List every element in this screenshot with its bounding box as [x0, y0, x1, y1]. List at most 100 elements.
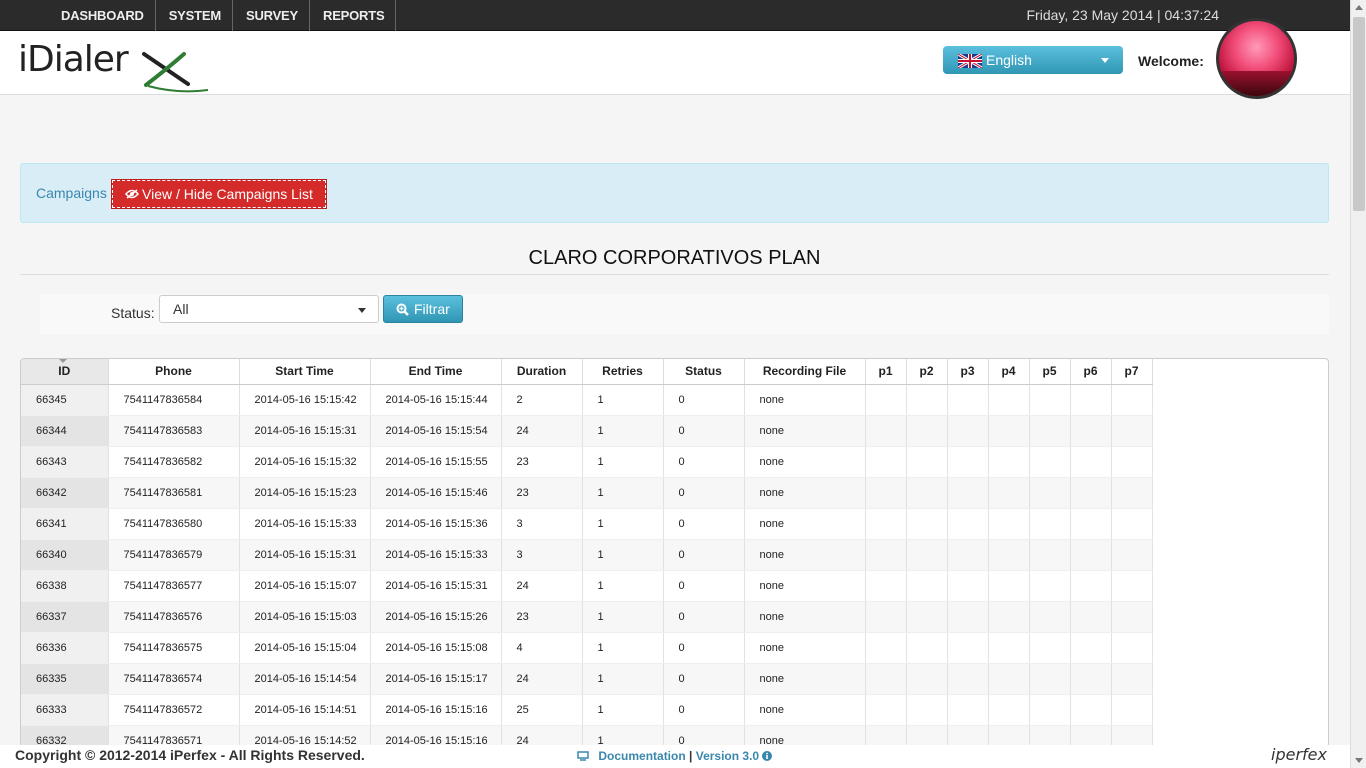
table-cell: 2014-05-16 15:15:54: [370, 415, 502, 447]
table-cell: 0: [663, 663, 745, 695]
table-row[interactable]: 66344 7541147836583 2014-05-16 15:15:31 201…: [21, 415, 1153, 447]
table-cell: [1070, 415, 1112, 447]
table-cell: none: [744, 415, 866, 447]
version-link[interactable]: Version 3.0: [696, 749, 759, 763]
column-header[interactable]: p3: [947, 359, 989, 385]
table-cell: [988, 415, 1030, 447]
column-header[interactable]: Retries: [582, 359, 664, 385]
page-scrollbar[interactable]: [1350, 0, 1366, 768]
table-cell: none: [744, 632, 866, 664]
table-cell: [947, 508, 989, 540]
column-header-label: p3: [960, 364, 975, 379]
page-title: CLARO CORPORATIVOS PLAN: [528, 247, 821, 269]
column-header[interactable]: p6: [1070, 359, 1112, 385]
status-select[interactable]: All: [159, 295, 379, 323]
table-cell: [947, 446, 989, 478]
column-header[interactable]: Start Time: [239, 359, 371, 385]
table-cell: 66335: [21, 663, 109, 695]
table-cell: [906, 570, 948, 602]
table-cell: 7541147836579: [108, 539, 240, 571]
table-cell: 66338: [21, 570, 109, 602]
table-cell: [1070, 539, 1112, 571]
table-row[interactable]: 66333 7541147836572 2014-05-16 15:14:51 201…: [21, 694, 1153, 726]
table-cell: 7541147836576: [108, 601, 240, 633]
column-header[interactable]: p2: [906, 359, 948, 385]
logo-x-mark: [142, 52, 209, 93]
table-cell: [947, 477, 989, 509]
main-nav: DASHBOARD SYSTEM SURVEY REPORTS: [48, 0, 397, 31]
table-cell: 66340: [21, 539, 109, 571]
column-header[interactable]: p7: [1111, 359, 1153, 385]
search-icon: [396, 303, 409, 316]
info-icon[interactable]: [762, 751, 773, 761]
table-cell: [988, 663, 1030, 695]
filter-button-label: Filtrar: [414, 301, 450, 317]
nav-reports[interactable]: REPORTS: [310, 0, 397, 31]
column-header[interactable]: ID: [21, 359, 109, 385]
avatar[interactable]: [1216, 18, 1297, 99]
language-select[interactable]: English: [943, 46, 1123, 74]
scroll-up-icon[interactable]: [1355, 5, 1363, 10]
table-row[interactable]: 66340 7541147836579 2014-05-16 15:15:31 201…: [21, 539, 1153, 571]
table-row[interactable]: 66341 7541147836580 2014-05-16 15:15:33 201…: [21, 508, 1153, 540]
table-row[interactable]: 66336 7541147836575 2014-05-16 15:15:04 201…: [21, 632, 1153, 664]
nav-system[interactable]: SYSTEM: [156, 0, 233, 31]
table-cell: 24: [501, 415, 583, 447]
scrollbar-thumb[interactable]: [1353, 17, 1365, 211]
column-header[interactable]: End Time: [370, 359, 502, 385]
documentation-link[interactable]: Documentation: [598, 749, 685, 763]
table-cell: [1029, 539, 1071, 571]
table-cell: [988, 632, 1030, 664]
column-header-label: p5: [1042, 364, 1057, 379]
column-header[interactable]: p4: [988, 359, 1030, 385]
table-row[interactable]: 66335 7541147836574 2014-05-16 15:14:54 201…: [21, 663, 1153, 695]
logo[interactable]: iDialer: [18, 38, 218, 93]
column-header[interactable]: Phone: [108, 359, 240, 385]
table-cell: [906, 539, 948, 571]
calls-table: ID Phone Start Time End Time Duration Retries…: [20, 358, 1329, 748]
table-cell: [1029, 694, 1071, 726]
table-cell: 2014-05-16 15:15:46: [370, 477, 502, 509]
table-cell: 1: [582, 477, 664, 509]
filter-button[interactable]: Filtrar: [383, 295, 463, 323]
column-header[interactable]: Recording File: [744, 359, 866, 385]
column-header-label: Retries: [602, 364, 643, 379]
column-header[interactable]: p5: [1029, 359, 1071, 385]
table-cell: [1070, 632, 1112, 664]
monitor-icon: [577, 751, 589, 761]
table-row[interactable]: 66345 7541147836584 2014-05-16 15:15:42 201…: [21, 384, 1153, 416]
table-row[interactable]: 66343 7541147836582 2014-05-16 15:15:32 201…: [21, 446, 1153, 478]
table-cell: 23: [501, 446, 583, 478]
table-cell: [947, 384, 989, 416]
column-header[interactable]: Status: [663, 359, 745, 385]
table-cell: [1029, 601, 1071, 633]
table-row[interactable]: 66337 7541147836576 2014-05-16 15:15:03 201…: [21, 601, 1153, 633]
campaigns-link[interactable]: Campaigns: [36, 185, 107, 201]
table-cell: 2014-05-16 15:14:54: [239, 663, 371, 695]
table-cell: 23: [501, 477, 583, 509]
toggle-campaigns-button[interactable]: View / Hide Campaigns List: [111, 179, 327, 209]
column-header-label: Start Time: [275, 364, 334, 379]
table-cell: [1111, 601, 1153, 633]
column-header[interactable]: Duration: [501, 359, 583, 385]
table-cell: 66342: [21, 477, 109, 509]
table-cell: [1029, 508, 1071, 540]
table-cell: [1070, 601, 1112, 633]
table-cell: 2014-05-16 15:15:23: [239, 477, 371, 509]
nav-survey[interactable]: SURVEY: [233, 0, 310, 31]
column-header[interactable]: p1: [865, 359, 907, 385]
table-cell: 2014-05-16 15:15:36: [370, 508, 502, 540]
scroll-down-icon[interactable]: [1355, 758, 1363, 763]
table-cell: [1111, 694, 1153, 726]
table-cell: none: [744, 477, 866, 509]
table-cell: 1: [582, 663, 664, 695]
table-row[interactable]: 66338 7541147836577 2014-05-16 15:15:07 201…: [21, 570, 1153, 602]
table-cell: [988, 384, 1030, 416]
table-cell: [1029, 477, 1071, 509]
table-cell: [1070, 570, 1112, 602]
table-cell: 66337: [21, 601, 109, 633]
table-cell: 1: [582, 632, 664, 664]
header: iDialer English Welcome:: [0, 31, 1350, 95]
nav-dashboard[interactable]: DASHBOARD: [48, 0, 156, 31]
table-row[interactable]: 66342 7541147836581 2014-05-16 15:15:23 201…: [21, 477, 1153, 509]
